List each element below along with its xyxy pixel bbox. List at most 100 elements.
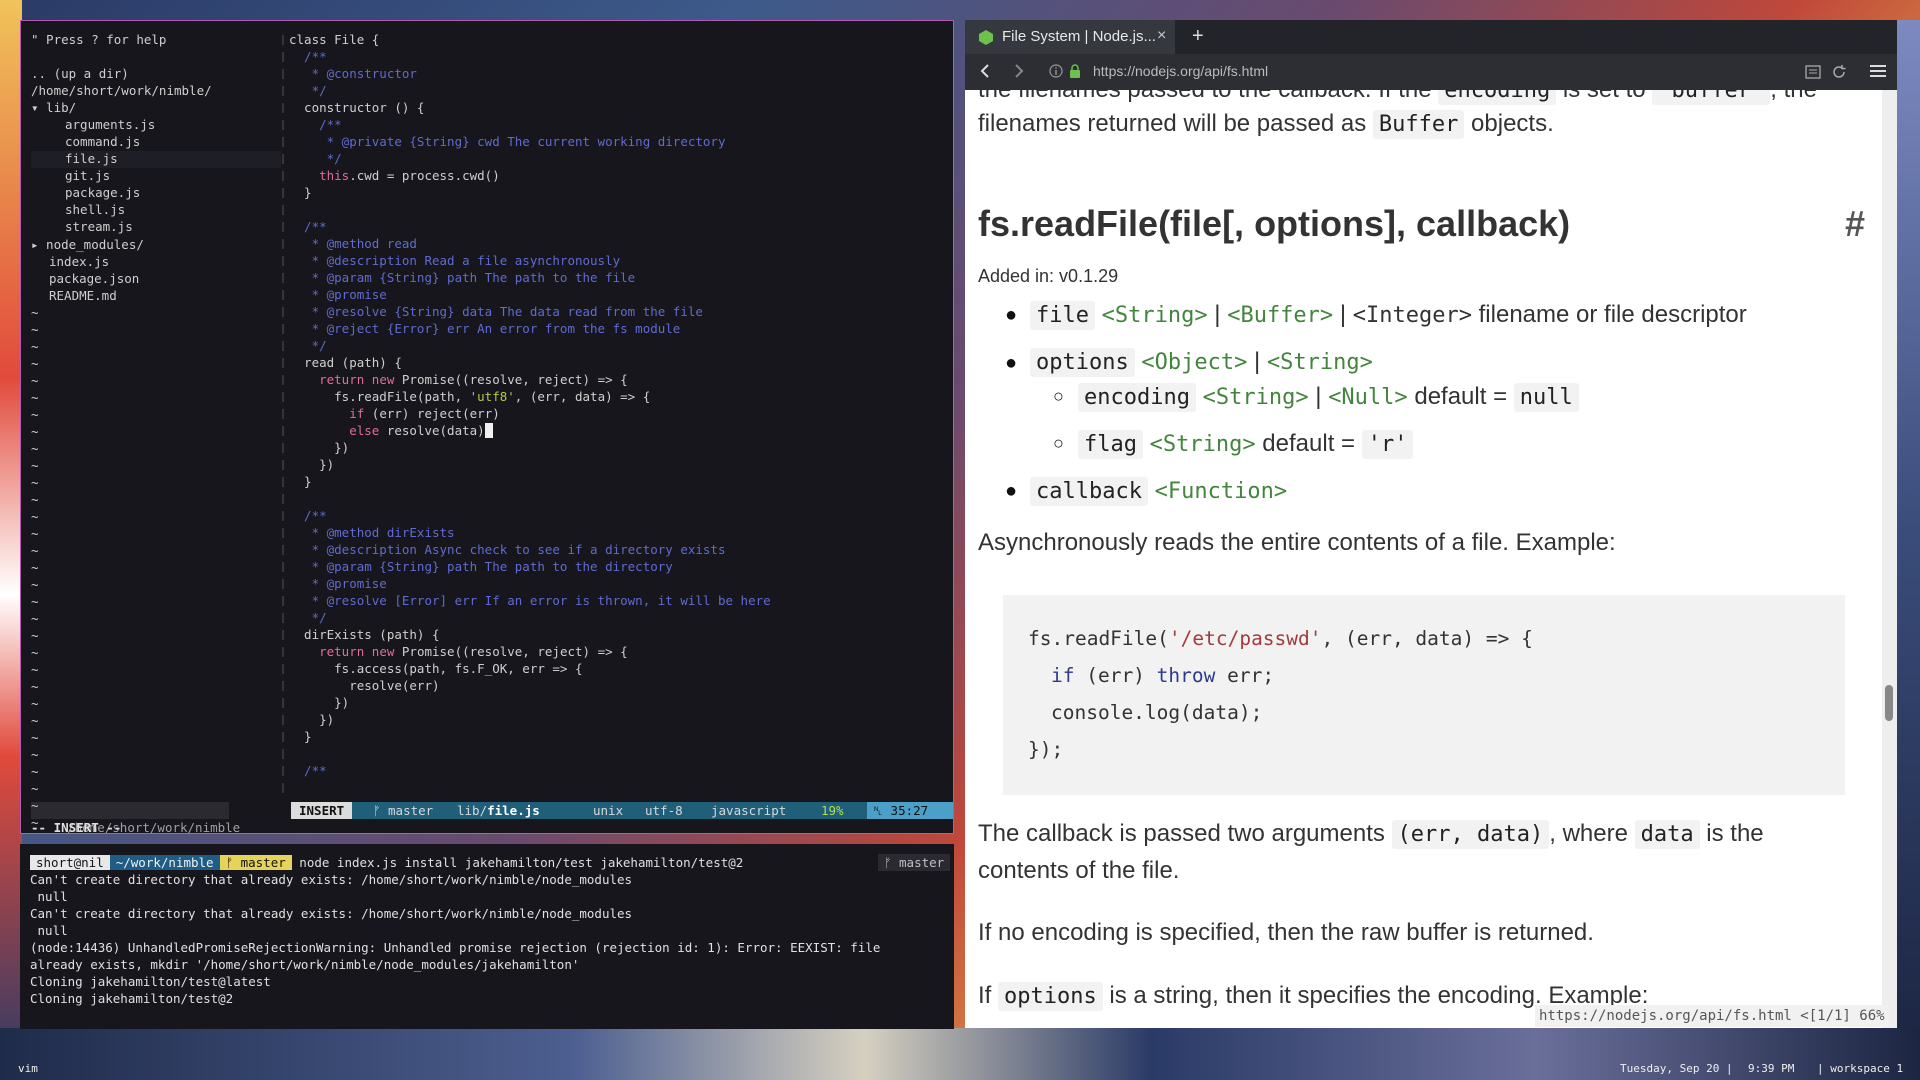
tree-up-dir[interactable]: .. (up a dir) (31, 65, 129, 82)
code-line[interactable]: */ (289, 150, 342, 167)
tree-file[interactable]: README.md (49, 287, 117, 304)
terminal-line: null (30, 889, 68, 904)
info-icon[interactable] (1049, 64, 1063, 83)
code-line[interactable]: /** (289, 762, 327, 779)
address-bar[interactable]: https://nodejs.org/api/fs.html (1093, 63, 1268, 79)
tab-close-icon[interactable]: × (1157, 27, 1166, 45)
code-line[interactable]: } (289, 473, 312, 490)
tree-dir-node-modules[interactable]: ▸ node_modules/ (31, 236, 144, 253)
file-encoding: utf-8 (645, 803, 683, 818)
bullet-flag: ○ (1053, 433, 1064, 453)
code-line[interactable]: dirExists (path) { (289, 626, 439, 643)
code-line[interactable]: return new Promise((resolve, reject) => … (289, 643, 628, 660)
code-line[interactable]: * @param {String} path The path to the d… (289, 558, 673, 575)
code-line[interactable]: class File { (289, 31, 379, 48)
type-buffer-link[interactable]: <Buffer> (1227, 303, 1333, 328)
code-line[interactable]: */ (289, 337, 327, 354)
code-line[interactable]: constructor () { (289, 99, 424, 116)
tab-fs-docs[interactable]: File System | Node.js... × (965, 20, 1175, 54)
empty-line-marker: ~ (31, 526, 39, 541)
code-line[interactable]: resolve(err) (289, 677, 439, 694)
vim-window[interactable]: " Press ? for help .. (up a dir) /home/s… (20, 20, 954, 834)
code-line[interactable]: * @promise (289, 575, 387, 592)
code-line[interactable]: * @reject {Error} err An error from the … (289, 320, 681, 337)
code-line[interactable]: }) (289, 694, 349, 711)
code-line[interactable]: * @private {String} cwd The current work… (289, 133, 726, 150)
type-function-link[interactable]: <Function> (1155, 479, 1287, 504)
tree-dir-lib[interactable]: ▾ lib/ (31, 99, 76, 116)
page-scrollbar[interactable] (1882, 90, 1897, 1028)
empty-line-marker: ~ (31, 611, 39, 626)
empty-line-marker: ~ (31, 679, 39, 694)
code-line[interactable]: /** (289, 116, 342, 133)
tree-file[interactable]: package.js (65, 184, 140, 201)
forward-icon[interactable] (1011, 62, 1027, 85)
file-type: javascript (711, 803, 787, 818)
date-label: Tuesday, Sep 20 | (1620, 1062, 1733, 1075)
code-line[interactable]: * @method dirExists (289, 524, 455, 541)
split-divider[interactable] (282, 35, 284, 795)
code-line[interactable]: * @method read (289, 235, 417, 252)
wallpaper-left (0, 0, 22, 1080)
code-line[interactable]: * @resolve [Error] err If an error is th… (289, 592, 771, 609)
code-line[interactable]: * @promise (289, 286, 387, 303)
code-line[interactable]: else resolve(data) (289, 422, 493, 439)
type-string-link[interactable]: <String> (1267, 350, 1373, 375)
workspace-label[interactable]: | workspace 1 (1817, 1062, 1903, 1075)
code-line[interactable]: return new Promise((resolve, reject) => … (289, 371, 628, 388)
code-line[interactable]: }) (289, 456, 334, 473)
type-null-link[interactable]: <Null> (1328, 385, 1407, 410)
inline-code-err-data: (err, data) (1391, 820, 1550, 849)
param-file-desc: filename or file descriptor (1478, 301, 1747, 328)
prompt-line: short@nil ~/work/nimble ᚠ master node inde… (30, 854, 743, 871)
code-line[interactable]: fs.readFile(path, 'utf8', (err, data) =>… (289, 388, 650, 405)
code-line[interactable]: /** (289, 507, 327, 524)
type-separator: | (1339, 301, 1347, 328)
prompt-branch: ᚠ master (219, 855, 292, 870)
tree-file[interactable]: file.js (65, 150, 118, 167)
code-line[interactable]: * @description Async check to see if a d… (289, 541, 726, 558)
code-line[interactable]: /** (289, 48, 327, 65)
tree-file[interactable]: stream.js (65, 218, 133, 235)
tree-file[interactable]: shell.js (65, 201, 125, 218)
empty-line-marker: ~ (31, 424, 39, 439)
time-label: 9:39 PM (1748, 1062, 1795, 1075)
reload-icon[interactable] (1831, 64, 1847, 85)
tree-file[interactable]: package.json (49, 270, 139, 287)
code-line[interactable]: * @constructor (289, 65, 417, 82)
code-line[interactable]: }) (289, 711, 334, 728)
terminal-line: already exists, mkdir '/home/short/work/… (30, 957, 580, 972)
code-line[interactable]: } (289, 184, 312, 201)
code-line[interactable]: * @resolve {String} data The data read f… (289, 303, 703, 320)
code-line[interactable]: if (err) reject(err) (289, 405, 500, 422)
reader-view-icon[interactable] (1805, 65, 1821, 84)
heading-anchor-link[interactable]: # (1845, 203, 1865, 245)
type-string-link[interactable]: <String> (1203, 385, 1309, 410)
code-line-3: console.log(data); (1051, 701, 1263, 724)
code-line[interactable]: read (path) { (289, 354, 402, 371)
browser-window[interactable]: File System | Node.js... × + https://nod… (965, 20, 1897, 1028)
tree-file[interactable]: arguments.js (65, 116, 155, 133)
code-line[interactable]: */ (289, 609, 327, 626)
type-string-link[interactable]: <String> (1102, 303, 1208, 328)
code-line[interactable]: this.cwd = process.cwd() (289, 167, 500, 184)
terminal-window[interactable]: short@nil ~/work/nimble ᚠ master node inde… (20, 844, 954, 1029)
empty-line-marker: ~ (31, 458, 39, 473)
tree-file[interactable]: index.js (49, 253, 109, 270)
new-tab-button[interactable]: + (1192, 25, 1204, 48)
code-line[interactable]: * @description Read a file asynchronousl… (289, 252, 621, 269)
code-line[interactable]: } (289, 728, 312, 745)
menu-icon[interactable] (1870, 64, 1886, 83)
code-line[interactable]: /** (289, 218, 327, 235)
code-line[interactable]: */ (289, 82, 327, 99)
tree-file[interactable]: command.js (65, 133, 140, 150)
type-object-link[interactable]: <Object> (1141, 350, 1247, 375)
scrollbar-thumb[interactable] (1885, 685, 1893, 721)
code-line[interactable]: * @param {String} path The path to the f… (289, 269, 636, 286)
code-line[interactable]: fs.access(path, fs.F_OK, err => { (289, 660, 582, 677)
type-string-link[interactable]: <String> (1150, 432, 1256, 457)
back-icon[interactable] (977, 62, 993, 85)
code-line[interactable]: }) (289, 439, 349, 456)
tree-file[interactable]: git.js (65, 167, 110, 184)
callback-paragraph: The callback is passed two arguments (er… (978, 820, 1764, 849)
